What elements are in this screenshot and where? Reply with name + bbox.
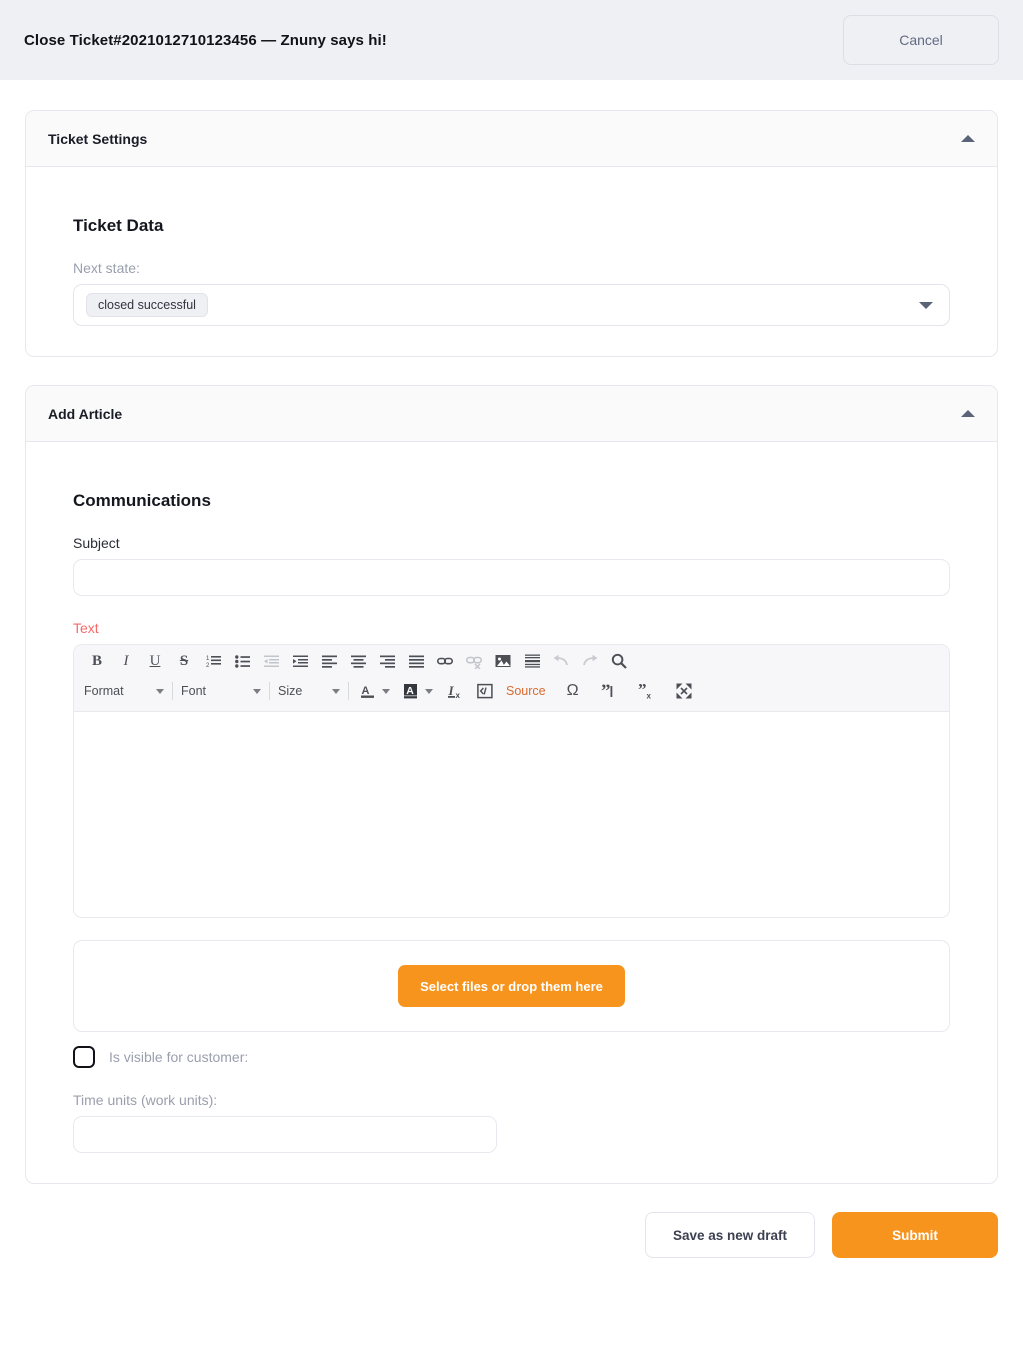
- panel-body-ticket-settings: Ticket Data Next state: closed successfu…: [26, 167, 997, 356]
- find-icon[interactable]: [606, 649, 632, 673]
- panel-add-article: Add Article Communications Subject Text …: [25, 385, 998, 1184]
- unlink-icon[interactable]: [461, 649, 487, 673]
- panel-ticket-settings: Ticket Settings Ticket Data Next state: …: [25, 110, 998, 357]
- format-dropdown[interactable]: Format: [84, 684, 164, 698]
- chevron-down-icon[interactable]: [382, 689, 390, 694]
- svg-text:x: x: [647, 692, 652, 700]
- submit-button[interactable]: Submit: [832, 1212, 998, 1258]
- cancel-button[interactable]: Cancel: [843, 15, 999, 65]
- background-color-icon[interactable]: A: [400, 679, 422, 703]
- editor-toolbar-row-2: Format Font Size: [74, 677, 949, 711]
- remove-format-icon[interactable]: I x: [443, 679, 469, 703]
- chevron-down-icon: [156, 689, 164, 694]
- outdent-icon[interactable]: [258, 649, 284, 673]
- time-units-input[interactable]: [73, 1116, 497, 1153]
- horizontal-rule-icon[interactable]: [519, 649, 545, 673]
- svg-text:”: ”: [601, 683, 611, 699]
- next-state-value-tag: closed successful: [86, 293, 208, 318]
- underline-icon[interactable]: U: [142, 649, 168, 673]
- format-dropdown-label: Format: [84, 684, 148, 698]
- toolbar-divider: [348, 682, 349, 700]
- maximize-icon[interactable]: [671, 679, 697, 703]
- bulleted-list-icon[interactable]: [229, 649, 255, 673]
- next-state-select[interactable]: closed successful: [73, 284, 950, 326]
- label-text: Text: [73, 620, 950, 636]
- page-title: Close Ticket#2021012710123456 — Znuny sa…: [24, 32, 843, 49]
- svg-text:x: x: [455, 691, 460, 699]
- dialog-footer: Save as new draft Submit: [0, 1212, 1023, 1288]
- panel-header-add-article[interactable]: Add Article: [26, 386, 997, 442]
- align-center-icon[interactable]: [345, 649, 371, 673]
- visible-for-customer-checkbox[interactable]: [73, 1046, 95, 1068]
- chevron-down-icon: [253, 689, 261, 694]
- subject-input[interactable]: [73, 559, 950, 596]
- svg-text:1: 1: [206, 656, 210, 662]
- section-title-ticket-data: Ticket Data: [73, 216, 950, 236]
- align-right-icon[interactable]: [374, 649, 400, 673]
- toolbar-divider: [269, 682, 270, 700]
- caret-up-icon[interactable]: [961, 135, 975, 142]
- panel-body-add-article: Communications Subject Text B I U S 1: [26, 442, 997, 1183]
- remove-quote-icon[interactable]: ” x: [634, 679, 660, 703]
- link-icon[interactable]: [432, 649, 458, 673]
- panel-title-ticket-settings: Ticket Settings: [48, 131, 961, 147]
- chevron-down-icon[interactable]: [425, 689, 433, 694]
- redo-icon[interactable]: [577, 649, 603, 673]
- select-files-button[interactable]: Select files or drop them here: [398, 965, 625, 1007]
- italic-icon[interactable]: I: [113, 649, 139, 673]
- save-as-new-draft-button[interactable]: Save as new draft: [645, 1212, 815, 1258]
- source-button-label[interactable]: Source: [506, 684, 546, 698]
- visible-for-customer-row: Is visible for customer:: [73, 1046, 950, 1068]
- svg-text:A: A: [406, 685, 414, 697]
- caret-up-icon[interactable]: [961, 410, 975, 417]
- source-icon[interactable]: [472, 679, 498, 703]
- file-dropzone[interactable]: Select files or drop them here: [73, 940, 950, 1032]
- editor-content-area[interactable]: [74, 712, 949, 917]
- dialog-body: Ticket Settings Ticket Data Next state: …: [0, 80, 1023, 1184]
- panel-title-add-article: Add Article: [48, 406, 961, 422]
- section-title-communications: Communications: [73, 491, 950, 511]
- svg-text:2: 2: [206, 663, 210, 668]
- strikethrough-icon[interactable]: S: [171, 649, 197, 673]
- undo-icon[interactable]: [548, 649, 574, 673]
- font-dropdown-label: Font: [181, 684, 245, 698]
- size-dropdown[interactable]: Size: [278, 684, 340, 698]
- svg-text:I: I: [448, 683, 455, 698]
- svg-text:”: ”: [638, 683, 647, 699]
- numbered-list-icon[interactable]: 1 2: [200, 649, 226, 673]
- chevron-down-icon: [332, 689, 340, 694]
- caret-down-icon[interactable]: [919, 302, 933, 309]
- toolbar-divider: [172, 682, 173, 700]
- special-character-icon[interactable]: Ω: [560, 679, 586, 703]
- panel-header-ticket-settings[interactable]: Ticket Settings: [26, 111, 997, 167]
- dialog-header: Close Ticket#2021012710123456 — Znuny sa…: [0, 0, 1023, 80]
- image-icon[interactable]: [490, 649, 516, 673]
- font-dropdown[interactable]: Font: [181, 684, 261, 698]
- justify-icon[interactable]: [403, 649, 429, 673]
- editor-toolbar: B I U S 1 2: [74, 645, 949, 712]
- editor-toolbar-row-1: B I U S 1 2: [74, 645, 949, 677]
- label-next-state: Next state:: [73, 260, 950, 276]
- align-left-icon[interactable]: [316, 649, 342, 673]
- text-color-icon[interactable]: A: [357, 679, 379, 703]
- bold-icon[interactable]: B: [84, 649, 110, 673]
- size-dropdown-label: Size: [278, 684, 324, 698]
- rich-text-editor: B I U S 1 2: [73, 644, 950, 918]
- blockquote-icon[interactable]: ”: [597, 679, 623, 703]
- label-subject: Subject: [73, 535, 950, 551]
- svg-text:A: A: [362, 685, 370, 697]
- visible-for-customer-label: Is visible for customer:: [109, 1049, 248, 1065]
- label-time-units: Time units (work units):: [73, 1092, 950, 1108]
- indent-icon[interactable]: [287, 649, 313, 673]
